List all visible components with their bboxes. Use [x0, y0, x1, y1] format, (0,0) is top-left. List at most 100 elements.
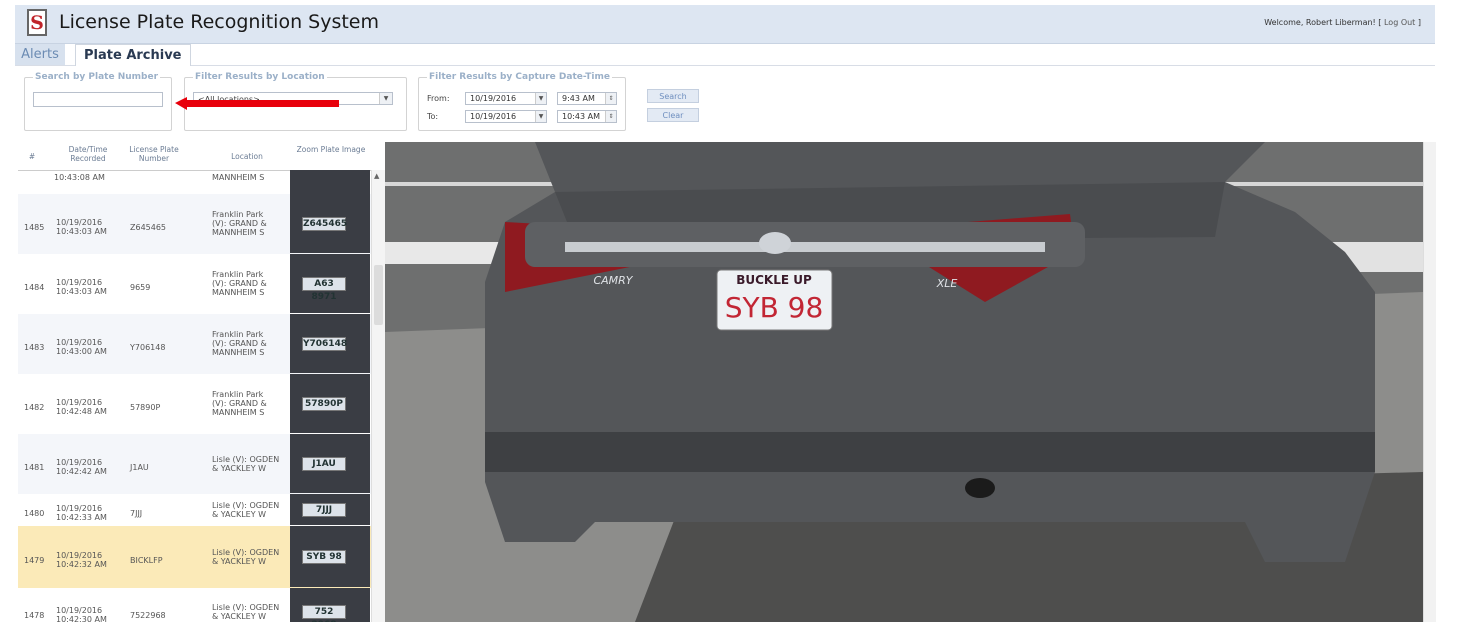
cell-time: 10:42:33 AM [56, 513, 107, 522]
plate-thumbnail[interactable] [290, 170, 370, 194]
chevron-down-icon[interactable]: ▼ [379, 93, 392, 104]
plate-thumbnail[interactable]: A63 8971 [290, 254, 370, 313]
grid-scrollbar[interactable]: ▲ [371, 170, 385, 622]
from-time-value: 9:43 AM [562, 94, 595, 103]
cell-number: 1482 [24, 403, 45, 412]
calendar-dropdown-icon[interactable]: ▼ [535, 111, 546, 122]
cell-time: 10:42:32 AM [56, 560, 107, 569]
to-date-picker[interactable]: 10/19/2016 ▼ [465, 110, 547, 123]
cell-location-line1: Lisle (V): OGDEN [212, 603, 280, 612]
cell-date: 10/19/2016 [56, 458, 103, 467]
table-row[interactable]: 1485 10/19/2016 10:43:03 AM Z645465 Franklin… [18, 194, 371, 255]
cell-time: 10:43:03 AM [56, 287, 107, 296]
search-button[interactable]: Search [647, 89, 699, 103]
thumbnail-plate-text: Y706148 [302, 337, 348, 351]
table-row[interactable]: 1480 10/19/2016 10:42:33 AM 7JJJ Lisle (V): … [18, 494, 371, 527]
time-spinner-icon[interactable]: ⇕ [605, 93, 616, 104]
red-arrow-annotation [175, 97, 339, 110]
col-plate[interactable]: License Plate Number [126, 145, 182, 163]
cell-time: 10:42:48 AM [56, 407, 107, 416]
cell-time: 10:42:30 AM [56, 615, 107, 622]
cell-location-line1: Lisle (V): OGDEN [212, 455, 280, 464]
cell-location-line1: Franklin Park [212, 210, 264, 219]
cell-time: 10:43:08 AM [54, 173, 105, 182]
plate-thumbnail[interactable]: Z645465 [290, 194, 370, 253]
plate-thumbnail[interactable]: SYB 98 [290, 526, 370, 587]
cell-plate-number: 9659 [130, 283, 151, 292]
cell-number: 1479 [24, 556, 45, 565]
tab-alerts[interactable]: Alerts [15, 44, 65, 65]
vehicle-photo-svg: BUCKLE UP SYB 98 CAMRY XLE [385, 142, 1423, 622]
col-zoom-image[interactable]: Zoom Plate Image [293, 145, 369, 154]
cell-location-line3: MANNHEIM S [212, 408, 265, 417]
table-row[interactable]: 1481 10/19/2016 10:42:42 AM J1AU Lisle (V): … [18, 434, 371, 495]
clear-button[interactable]: Clear [647, 108, 699, 122]
cell-location-line2: & YACKLEY W [212, 612, 267, 621]
cell-date: 10/19/2016 [56, 551, 103, 560]
table-row[interactable]: 1478 10/19/2016 10:42:30 AM 7522968 Lisle (V… [18, 588, 371, 622]
from-label: From: [427, 94, 450, 103]
table-row[interactable]: 1484 10/19/2016 10:43:03 AM 9659 Franklin Pa… [18, 254, 371, 315]
cell-plate-number: 7522968 [130, 611, 166, 620]
plate-thumbnail[interactable]: J1AU [290, 434, 370, 493]
scroll-up-icon[interactable]: ▲ [374, 172, 379, 180]
cell-date: 10/19/2016 [56, 278, 103, 287]
scroll-thumb[interactable] [374, 265, 383, 325]
cell-date: 10/19/2016 [56, 398, 103, 407]
app-header: S License Plate Recognition System Welco… [15, 5, 1435, 44]
cell-time: 10:43:03 AM [56, 227, 107, 236]
cell-location-line1: Franklin Park [212, 270, 264, 279]
logout-link[interactable]: Log Out [1384, 18, 1415, 27]
welcome-text: Welcome, Robert Liberman! [ [1264, 18, 1382, 27]
cell-plate-number: 57890P [130, 403, 161, 412]
table-row[interactable]: 1482 10/19/2016 10:42:48 AM 57890P Franklin … [18, 374, 371, 435]
to-time-value: 10:43 AM [562, 112, 600, 121]
plate-number-input[interactable] [33, 92, 163, 107]
datetime-filter-group: Filter Results by Capture Date-Time From… [418, 72, 626, 131]
cell-number: 1478 [24, 611, 45, 620]
thumbnail-plate-text: Z645465 [302, 217, 348, 231]
to-date-value: 10/19/2016 [470, 112, 517, 121]
cell-number: 1480 [24, 509, 45, 518]
table-row[interactable]: 1479 10/19/2016 10:42:32 AM BICKLFP Lisle (V… [18, 526, 371, 589]
cell-plate-number: BICKLFP [130, 556, 163, 565]
photo-plate-main: SYB 98 [725, 291, 824, 324]
time-spinner-icon[interactable]: ⇕ [605, 111, 616, 122]
cell-plate-number: 7JJJ [130, 509, 143, 518]
cell-location-line3: MANNHEIM S [212, 228, 265, 237]
tab-bar: Alerts Plate Archive [15, 44, 1435, 66]
thumbnail-plate-text: J1AU [302, 457, 346, 471]
cell-location-line1: Lisle (V): OGDEN [212, 548, 280, 557]
cell-plate-number: Z645465 [130, 223, 167, 232]
photo-plate-top: BUCKLE UP [736, 273, 812, 287]
col-datetime[interactable]: Date/Time Recorded [58, 145, 118, 163]
thumbnail-plate-text: 752 2968 [302, 605, 346, 622]
plate-thumbnail[interactable]: Y706148 [290, 314, 370, 373]
datetime-filter-legend: Filter Results by Capture Date-Time [429, 72, 610, 82]
from-time-picker[interactable]: 9:43 AM ⇕ [557, 92, 617, 105]
table-row-partial[interactable]: 10:43:08 AM MANNHEIM S [18, 170, 371, 195]
cell-location-line2: (V): GRAND & [212, 399, 267, 408]
photo-badge-model: CAMRY [593, 274, 633, 287]
plate-thumbnail[interactable]: 752 2968 [290, 588, 370, 622]
cell-location-line2: & YACKLEY W [212, 510, 267, 519]
tab-plate-archive[interactable]: Plate Archive [75, 44, 191, 66]
calendar-dropdown-icon[interactable]: ▼ [535, 93, 546, 104]
photo-scrollbar[interactable] [1423, 142, 1436, 622]
cell-location: MANNHEIM S [212, 173, 265, 182]
thumbnail-plate-text: SYB 98 [302, 550, 346, 564]
col-number[interactable]: # [18, 152, 46, 161]
plate-thumbnail[interactable]: 7JJJ [290, 494, 370, 525]
results-grid: # Date/Time Recorded License Plate Numbe… [18, 142, 371, 622]
plate-search-legend: Search by Plate Number [35, 72, 159, 82]
welcome-end: ] [1417, 18, 1421, 27]
from-date-picker[interactable]: 10/19/2016 ▼ [465, 92, 547, 105]
cell-date: 10/19/2016 [56, 606, 103, 615]
captured-vehicle-image: BUCKLE UP SYB 98 CAMRY XLE [385, 142, 1423, 622]
plate-thumbnail[interactable]: 57890P [290, 374, 370, 433]
to-time-picker[interactable]: 10:43 AM ⇕ [557, 110, 617, 123]
table-row[interactable]: 1483 10/19/2016 10:43:00 AM Y706148 Franklin… [18, 314, 371, 375]
col-location[interactable]: Location [212, 152, 282, 161]
cell-location-line2: & YACKLEY W [212, 557, 267, 566]
cell-location-line1: Franklin Park [212, 390, 264, 399]
